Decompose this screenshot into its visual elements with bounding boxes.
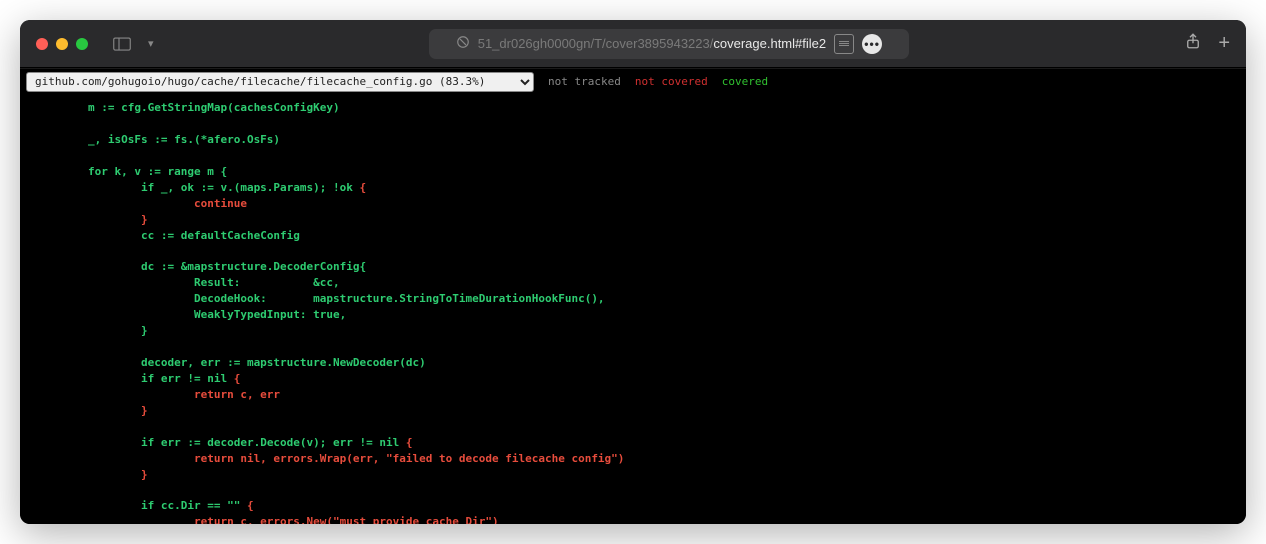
tab-dropdown-chevron-icon[interactable]: ▾ — [148, 37, 154, 50]
file-select[interactable]: github.com/gohugoio/hugo/cache/filecache… — [26, 72, 534, 92]
minimize-window-button[interactable] — [56, 38, 68, 50]
close-window-button[interactable] — [36, 38, 48, 50]
code-area[interactable]: m := cfg.GetStringMap(cachesConfigKey) _… — [20, 94, 1246, 524]
sidebar-toggle-button[interactable] — [108, 33, 136, 55]
page-settings-icon[interactable]: ••• — [862, 34, 882, 54]
coverage-source: m := cfg.GetStringMap(cachesConfigKey) _… — [20, 100, 1246, 524]
legend-not-tracked: not tracked — [548, 75, 621, 88]
new-tab-button[interactable]: + — [1218, 32, 1230, 55]
titlebar: ▾ 51_dr026gh0000gn/T/cover3895943223/cov… — [20, 20, 1246, 68]
address-bar[interactable]: 51_dr026gh0000gn/T/cover3895943223/cover… — [429, 29, 909, 59]
coverage-toolbar: github.com/gohugoio/hugo/cache/filecache… — [20, 68, 1246, 94]
traffic-lights — [36, 38, 88, 50]
share-icon[interactable] — [1184, 32, 1202, 55]
reader-mode-icon[interactable] — [834, 34, 854, 54]
legend-covered: covered — [722, 75, 768, 88]
browser-window: ▾ 51_dr026gh0000gn/T/cover3895943223/cov… — [20, 20, 1246, 524]
url-text: 51_dr026gh0000gn/T/cover3895943223/cover… — [478, 36, 826, 51]
legend-not-covered: not covered — [635, 75, 708, 88]
zoom-window-button[interactable] — [76, 38, 88, 50]
toolbar-right: + — [1184, 32, 1230, 55]
privacy-report-icon — [456, 35, 470, 52]
